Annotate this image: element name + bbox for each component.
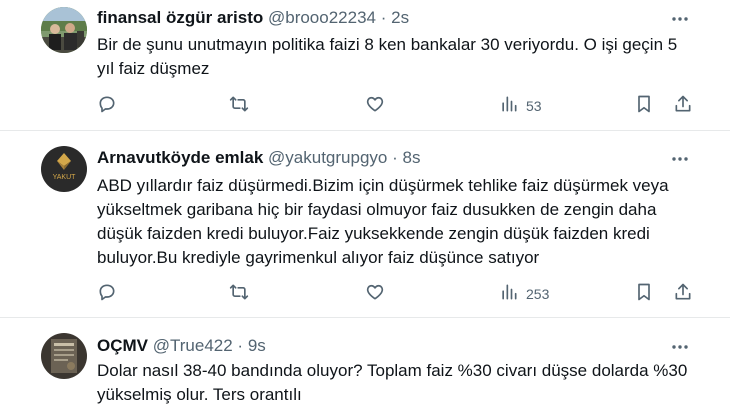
tweet-feed: finansal özgür aristo @brooo22234 · 2s B… — [0, 0, 730, 420]
avatar[interactable] — [41, 333, 87, 379]
separator-dot: · — [237, 336, 244, 355]
timestamp[interactable]: 9s — [248, 336, 266, 355]
tweet-header: OÇMV @True422 · 9s — [97, 336, 266, 356]
display-name[interactable]: OÇMV — [97, 336, 148, 355]
tweet-text: Dolar nasıl 38-40 bandında oluyor? Topla… — [97, 361, 688, 404]
user-handle[interactable]: @True422 — [153, 336, 233, 355]
more-icon[interactable] — [670, 337, 690, 357]
tweet[interactable]: OÇMV @True422 · 9s Dolar nasıl 38-40 ban… — [0, 0, 730, 420]
